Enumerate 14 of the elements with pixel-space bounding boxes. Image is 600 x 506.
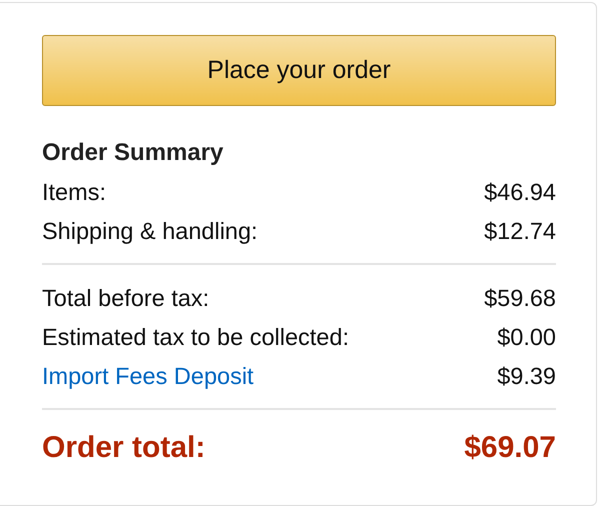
line-amount: $12.74	[484, 217, 556, 246]
summary-title: Order Summary	[42, 139, 224, 167]
line-label: Estimated tax to be collected:	[42, 323, 349, 352]
line-amount: $9.39	[497, 362, 556, 391]
total-amount: $69.07	[464, 430, 556, 466]
line-label: Items:	[42, 178, 106, 207]
place-order-button[interactable]: Place your order	[42, 35, 556, 106]
line-amount: $0.00	[497, 323, 556, 352]
line-label: Shipping & handling:	[42, 217, 258, 246]
line-amount: $59.68	[484, 284, 556, 313]
total-label: Order total:	[42, 430, 206, 466]
line-label: Total before tax:	[42, 284, 210, 313]
fees-link[interactable]: Import Fees Deposit	[42, 357, 254, 396]
line-amount: $46.94	[484, 178, 556, 207]
